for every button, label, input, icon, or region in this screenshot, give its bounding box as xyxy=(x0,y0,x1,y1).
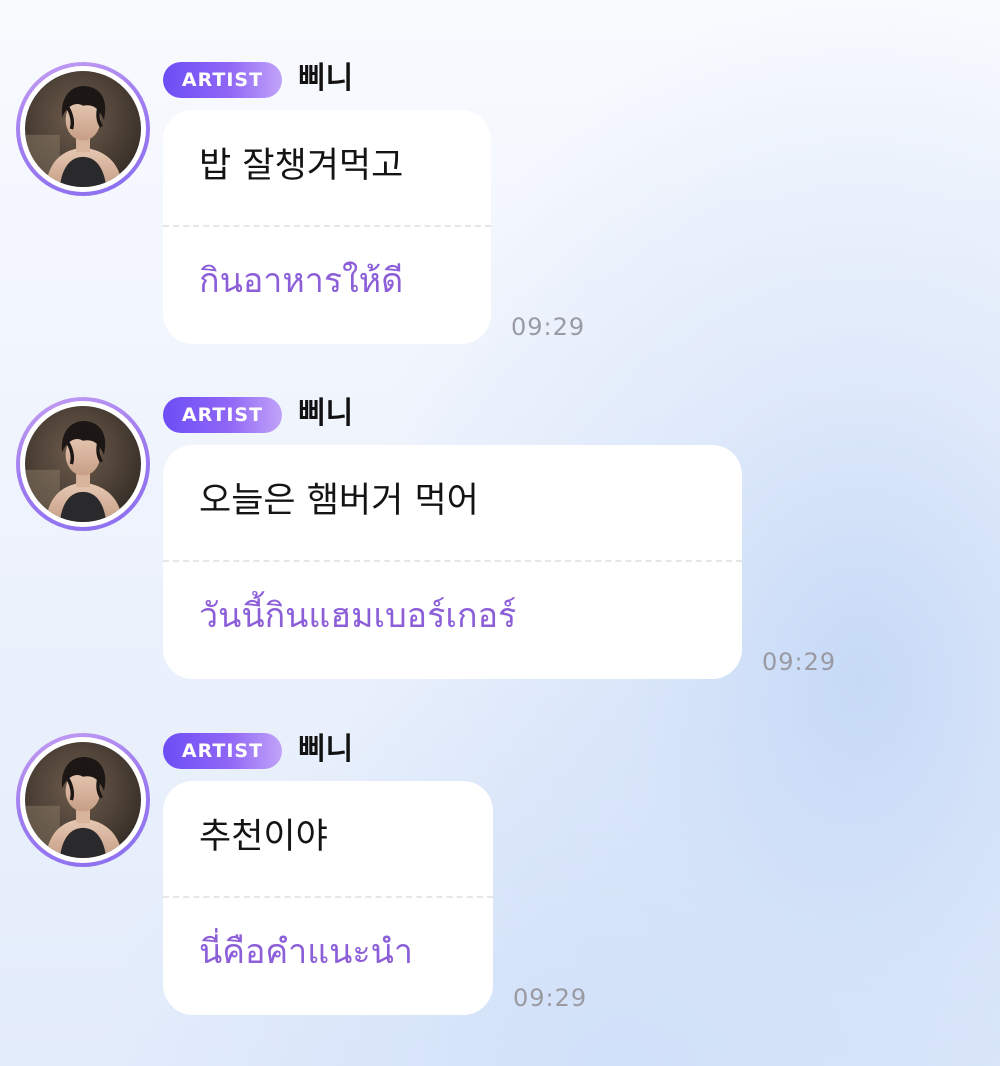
artist-badge: ARTIST xyxy=(163,62,282,98)
translation-divider xyxy=(163,560,742,562)
sender-name[interactable]: 삐니 xyxy=(298,730,353,770)
message-bubble[interactable]: 오늘은 햄버거 먹어 วันนี้กินแฮมเบอร์เกอร์ xyxy=(163,445,742,679)
message-timestamp: 09:29 xyxy=(511,313,586,341)
message-bubble[interactable]: 밥 잘챙겨먹고 กินอาหารให้ดี xyxy=(163,110,491,344)
chat-feed: ARTIST 삐니 밥 잘챙겨먹고 กินอาหารให้ดี 09:29 AR… xyxy=(0,0,1000,1066)
translated-text: นี่คือคำแนะนำ xyxy=(199,932,413,972)
translated-text: วันนี้กินแฮมเบอร์เกอร์ xyxy=(199,596,517,636)
avatar[interactable] xyxy=(16,397,150,531)
message-text: 밥 잘챙겨먹고 xyxy=(199,146,404,186)
avatar[interactable] xyxy=(16,62,150,196)
message-timestamp: 09:29 xyxy=(513,984,588,1012)
artist-badge: ARTIST xyxy=(163,733,282,769)
message-text: 추천이야 xyxy=(199,817,328,857)
message-text: 오늘은 햄버거 먹어 xyxy=(199,481,479,521)
artist-badge: ARTIST xyxy=(163,397,282,433)
translated-text: กินอาหารให้ดี xyxy=(199,261,404,301)
translation-divider xyxy=(163,896,493,898)
avatar-photo xyxy=(25,406,141,522)
avatar[interactable] xyxy=(16,733,150,867)
translation-divider xyxy=(163,225,491,227)
avatar-photo xyxy=(25,742,141,858)
sender-name[interactable]: 삐니 xyxy=(298,394,353,434)
message-bubble[interactable]: 추천이야 นี่คือคำแนะนำ xyxy=(163,781,493,1015)
message-timestamp: 09:29 xyxy=(762,648,837,676)
sender-name[interactable]: 삐니 xyxy=(298,59,353,99)
avatar-photo xyxy=(25,71,141,187)
